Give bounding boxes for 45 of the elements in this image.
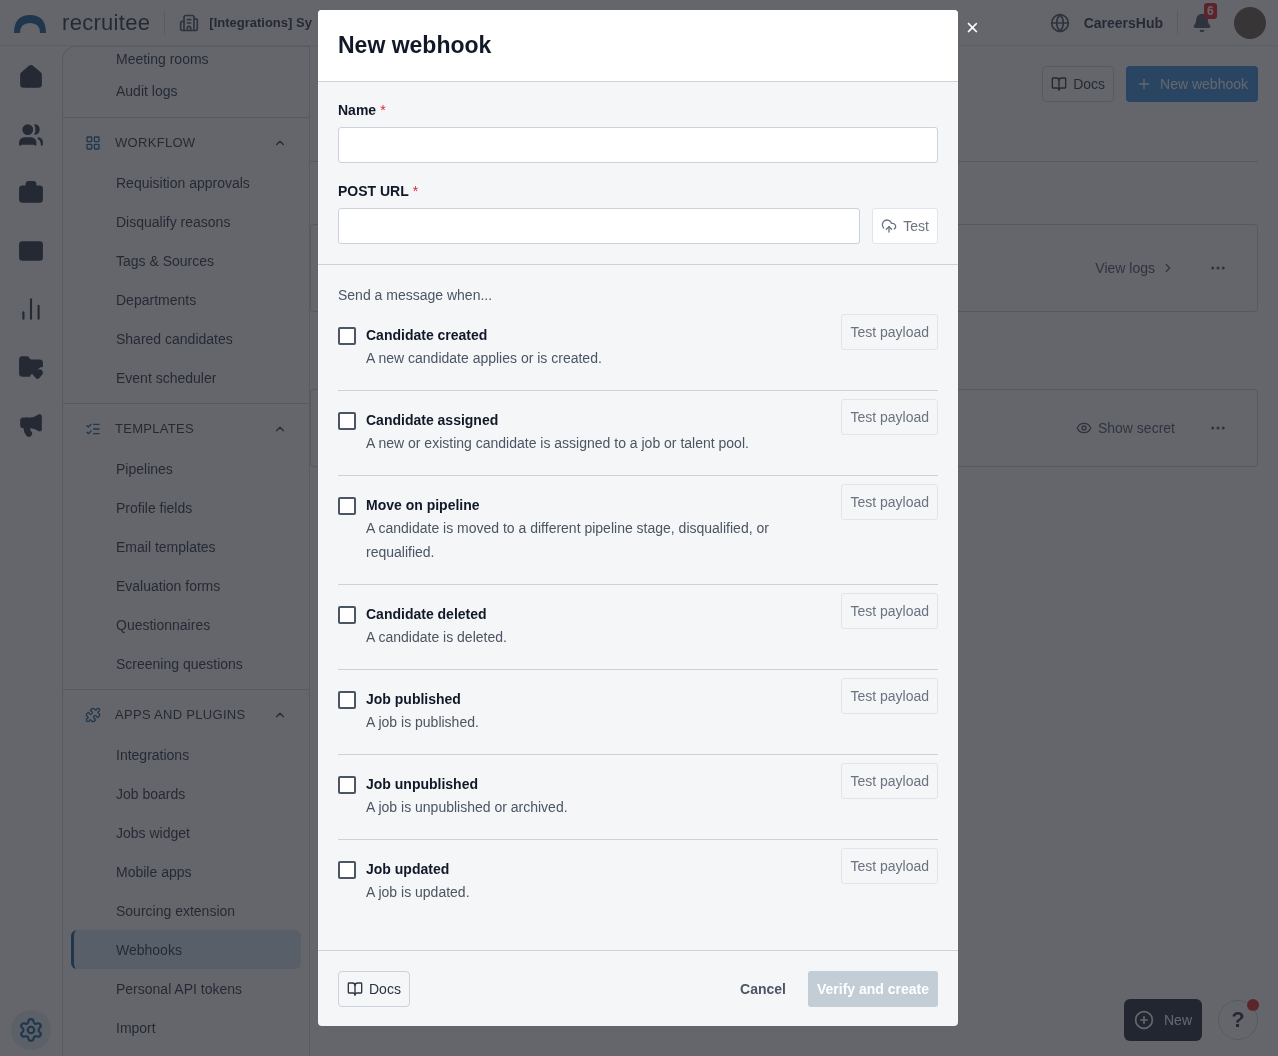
event-description: A candidate is deleted. xyxy=(366,628,508,647)
event-title: Job updated xyxy=(366,861,451,877)
required-mark: * xyxy=(380,102,386,118)
event-title: Candidate assigned xyxy=(366,412,500,428)
test-button[interactable]: Test xyxy=(872,208,938,244)
test-payload-button[interactable]: Test payload xyxy=(841,678,938,714)
logo-text: recruitee xyxy=(62,9,151,36)
test-payload-button[interactable]: Test payload xyxy=(841,763,938,799)
book-icon xyxy=(347,980,363,997)
event-description: A job is published. xyxy=(366,713,480,732)
text-input[interactable] xyxy=(338,208,861,244)
event-title: Job unpublished xyxy=(366,776,479,792)
event-title: Candidate deleted xyxy=(366,606,488,622)
test-payload-button[interactable]: Test payload xyxy=(841,593,938,629)
checkbox[interactable] xyxy=(338,412,356,430)
event-title: Job published xyxy=(366,691,462,707)
docs-button[interactable]: Docs xyxy=(338,970,410,1007)
test-payload-button[interactable]: Test payload xyxy=(841,399,938,435)
careers-hub-link[interactable]: CareersHub xyxy=(1083,14,1163,31)
test-payload-button[interactable]: Test payload xyxy=(841,484,938,520)
checkbox[interactable] xyxy=(338,327,356,345)
checkbox[interactable] xyxy=(338,861,356,879)
checkbox[interactable] xyxy=(338,606,356,624)
event-title: Move on pipeline xyxy=(366,497,481,513)
checkbox[interactable] xyxy=(338,776,356,794)
cloud-upload-icon xyxy=(881,218,898,234)
company-name[interactable]: [Integrations] Sy xyxy=(209,15,312,30)
checkbox[interactable] xyxy=(338,691,356,709)
event-title: Candidate created xyxy=(366,327,489,343)
event-description: A new candidate applies or is created. xyxy=(366,349,603,368)
text-input[interactable] xyxy=(338,127,938,163)
required-mark: * xyxy=(412,183,419,199)
close-button[interactable]: × xyxy=(966,18,979,38)
test-payload-button[interactable]: Test payload xyxy=(841,848,938,884)
event-description: A candidate is moved to a different pipeline stage, disqualified, or requalified. xyxy=(366,519,770,562)
field-label: Name xyxy=(338,102,377,118)
test-payload-button[interactable]: Test payload xyxy=(841,314,938,350)
field-label: POST URL xyxy=(338,183,409,199)
event-description: A job is updated. xyxy=(366,883,471,902)
event-description: A job is unpublished or archived. xyxy=(366,798,569,817)
checkbox[interactable] xyxy=(338,497,356,515)
event-description: A new or existing candidate is assigned to a job or talent pool. xyxy=(366,434,750,453)
dialog-title: New webhook xyxy=(318,10,958,82)
cancel-button[interactable]: Cancel xyxy=(734,979,792,998)
events-heading: Send a message when... xyxy=(338,287,494,303)
